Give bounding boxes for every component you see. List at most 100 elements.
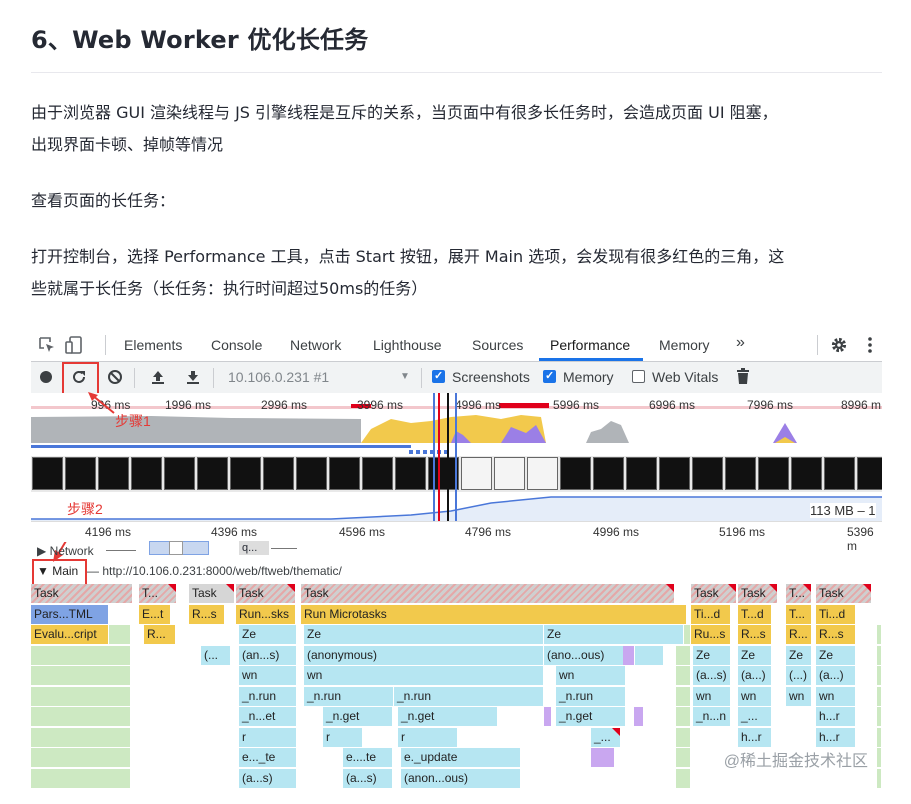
screenshot-frame[interactable] — [527, 457, 558, 490]
tab-elements[interactable]: Elements — [124, 337, 182, 353]
screenshot-frame[interactable] — [593, 457, 624, 490]
flame-task[interactable]: Task — [31, 584, 133, 603]
clear-icon[interactable] — [107, 369, 123, 389]
flame-call[interactable]: _n.run — [239, 686, 297, 706]
flame-call[interactable]: T... — [786, 604, 812, 624]
flame-call[interactable]: Run Microtasks — [301, 604, 687, 624]
screenshot-frame[interactable] — [692, 457, 723, 490]
flame-call[interactable] — [544, 707, 552, 726]
flame-call[interactable]: (anon...ous) — [401, 768, 521, 788]
screenshot-frame[interactable] — [329, 457, 360, 490]
gear-icon[interactable] — [830, 336, 848, 358]
flame-call[interactable]: Ti...d — [691, 604, 731, 624]
screenshots-checkbox[interactable] — [432, 369, 445, 383]
screenshot-frame[interactable] — [197, 457, 228, 490]
flame-call[interactable]: E...t — [139, 604, 171, 624]
trash-icon[interactable] — [736, 368, 750, 389]
flame-call[interactable]: (...) — [786, 666, 812, 685]
download-icon[interactable] — [185, 369, 201, 389]
inspect-icon[interactable] — [39, 337, 56, 358]
flame-call[interactable]: wn — [304, 666, 544, 685]
screenshot-frame[interactable] — [65, 457, 96, 490]
flame-call[interactable]: Evalu...cript — [31, 625, 109, 644]
screenshot-frame[interactable] — [791, 457, 822, 490]
screenshot-frame[interactable] — [560, 457, 591, 490]
flame-call[interactable]: T...d — [738, 604, 772, 624]
chevron-down-icon[interactable]: ▼ — [400, 371, 410, 382]
flame-call[interactable]: (... — [201, 645, 231, 665]
kebab-icon[interactable] — [867, 336, 873, 358]
flame-call[interactable]: h...r — [738, 727, 772, 747]
tab-memory[interactable]: Memory — [659, 337, 710, 353]
flame-call[interactable]: (a...s) — [239, 768, 297, 788]
flame-call[interactable]: R...s — [189, 604, 225, 624]
flame-call[interactable]: _n.get — [556, 707, 626, 726]
flame-call[interactable]: (anonymous) — [304, 645, 544, 665]
upload-icon[interactable] — [150, 369, 166, 389]
screenshot-frame[interactable] — [725, 457, 756, 490]
flame-call[interactable]: _n.run — [304, 686, 394, 706]
screenshot-frame[interactable] — [131, 457, 162, 490]
flame-call[interactable]: (a...s) — [693, 666, 731, 685]
flame-call[interactable]: _n.run — [394, 686, 544, 706]
memory-checkbox[interactable] — [543, 369, 556, 383]
flame-call[interactable] — [623, 645, 635, 665]
flame-call[interactable]: e._update — [401, 748, 521, 767]
flame-call[interactable]: (ano...ous) — [544, 645, 664, 665]
screenshot-frame[interactable] — [32, 457, 63, 490]
flame-call[interactable]: wn — [786, 686, 812, 706]
flame-call[interactable]: Pars...TML — [31, 604, 109, 624]
tab-sources[interactable]: Sources — [472, 337, 523, 353]
screenshot-frame[interactable] — [659, 457, 690, 490]
flame-call[interactable]: h...r — [816, 727, 856, 747]
flame-call[interactable]: Run...sks — [236, 604, 296, 624]
flame-call[interactable]: (a...) — [738, 666, 772, 685]
screenshot-frame[interactable] — [230, 457, 261, 490]
profile-select[interactable]: 10.106.0.231 #1 — [228, 369, 329, 385]
flame-call[interactable]: Ze — [693, 645, 731, 665]
flame-call[interactable]: wn — [693, 686, 731, 706]
flame-call[interactable]: (an...s) — [239, 645, 297, 665]
flame-call[interactable]: _... — [738, 707, 772, 726]
flame-call[interactable]: Ze — [786, 645, 812, 665]
flame-call[interactable]: wn — [816, 686, 856, 706]
flame-call[interactable]: R...s — [738, 625, 772, 644]
tab-console[interactable]: Console — [211, 337, 262, 353]
flame-call[interactable]: e..._te — [239, 748, 297, 767]
tab-network[interactable]: Network — [290, 337, 341, 353]
flame-call[interactable]: r — [239, 727, 297, 747]
flame-call[interactable]: Ze — [544, 625, 684, 644]
flame-call[interactable]: wn — [556, 666, 626, 685]
flame-call[interactable]: Ti...d — [816, 604, 856, 624]
flame-call[interactable]: e....te — [343, 748, 393, 767]
more-tabs-button[interactable]: » — [736, 334, 745, 352]
flame-call[interactable]: wn — [738, 686, 772, 706]
flame-call[interactable] — [634, 707, 644, 726]
flame-call[interactable]: R...s — [816, 625, 856, 644]
screenshot-frame[interactable] — [857, 457, 882, 490]
screenshot-frame[interactable] — [461, 457, 492, 490]
flame-call[interactable]: _n...et — [239, 707, 297, 726]
screenshot-frame[interactable] — [395, 457, 426, 490]
screenshot-frame[interactable] — [263, 457, 294, 490]
flame-call[interactable]: Ru...s — [691, 625, 731, 644]
flame-call[interactable]: Ze — [239, 625, 297, 644]
flame-call[interactable]: R... — [786, 625, 812, 644]
webvitals-checkbox[interactable] — [632, 370, 645, 383]
screenshot-frame[interactable] — [98, 457, 129, 490]
flame-call[interactable]: (a...s) — [343, 768, 393, 788]
screenshot-frame[interactable] — [758, 457, 789, 490]
tab-lighthouse[interactable]: Lighthouse — [373, 337, 442, 353]
flame-call[interactable]: _n.run — [556, 686, 626, 706]
screenshot-frame[interactable] — [362, 457, 393, 490]
flame-call[interactable]: Ze — [738, 645, 772, 665]
screenshot-frame[interactable] — [494, 457, 525, 490]
flame-call[interactable]: _n.get — [398, 707, 498, 726]
flame-call[interactable]: _n.get — [323, 707, 393, 726]
flame-call[interactable]: R... — [144, 625, 176, 644]
record-icon[interactable] — [39, 370, 53, 388]
screenshot-frame[interactable] — [626, 457, 657, 490]
flame-call[interactable]: (a...) — [816, 666, 856, 685]
network-request[interactable]: q... — [239, 541, 269, 555]
flame-call[interactable]: Ze — [816, 645, 856, 665]
